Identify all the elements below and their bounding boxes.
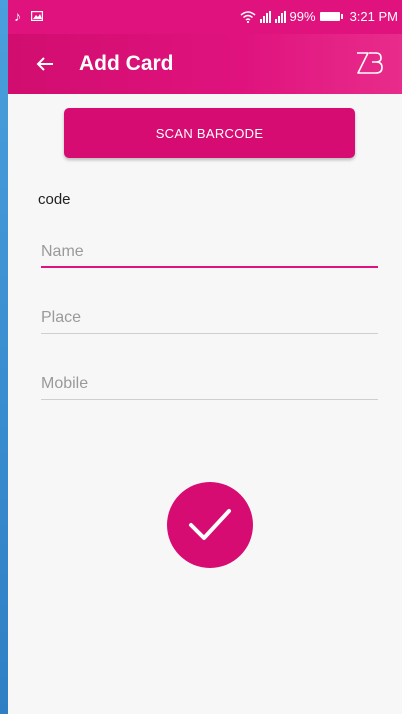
mobile-underline (41, 399, 378, 400)
name-underline (41, 266, 378, 268)
arrow-left-icon[interactable] (36, 50, 60, 78)
mobile-field-wrapper (41, 370, 378, 400)
mobile-input[interactable] (41, 370, 378, 398)
submit-button[interactable] (167, 482, 253, 568)
code-label: code (38, 191, 71, 208)
place-input[interactable] (41, 304, 378, 332)
app-logo (354, 49, 384, 77)
scan-barcode-button[interactable]: SCAN BARCODE (64, 108, 355, 158)
image-icon (30, 9, 44, 24)
page-title: Add Card (79, 52, 174, 75)
place-underline (41, 333, 378, 334)
wifi-icon (240, 10, 256, 23)
signal-icon (259, 10, 271, 23)
checkmark-icon (189, 509, 231, 540)
status-bar: ♪ 99% 3:21 PM (8, 0, 402, 34)
clock: 3:21 PM (349, 9, 398, 24)
name-input[interactable] (41, 238, 378, 266)
phone-screen: ♪ 99% 3:21 PM Add Card SCAN BARCODE code… (8, 0, 402, 714)
status-right: 99% 3:21 PM (240, 9, 398, 24)
music-note-icon: ♪ (14, 8, 21, 24)
status-left: ♪ (14, 8, 44, 24)
name-field-wrapper (41, 238, 378, 268)
battery-icon (319, 12, 343, 21)
signal-icon (274, 10, 286, 23)
toolbar: Add Card (8, 34, 402, 94)
battery-percent: 99% (289, 9, 316, 24)
place-field-wrapper (41, 304, 378, 334)
